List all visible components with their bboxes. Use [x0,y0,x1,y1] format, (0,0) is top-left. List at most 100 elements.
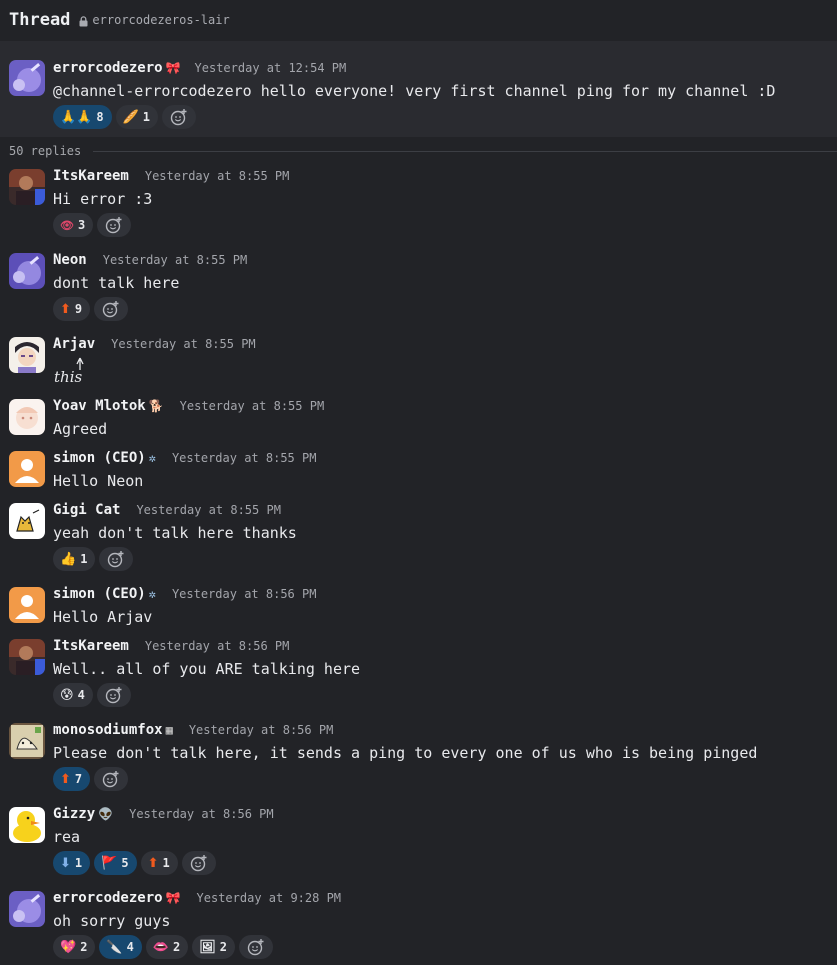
author-name[interactable]: Arjav [53,336,95,352]
reaction-pill[interactable]: 🖼 2 [192,935,236,959]
timestamp[interactable]: Yesterday at 8:56 PM [145,639,290,653]
add-reaction-icon [190,855,207,872]
anxious-face-emoji-icon: 😰 [60,687,74,703]
add-reaction-icon [106,217,122,234]
reaction-pill[interactable]: 😰 4 [53,683,93,707]
add-reaction-button[interactable] [97,213,132,237]
lips-emoji-icon: 👄 [152,939,170,955]
message-text: Hello Neon [53,472,144,490]
avatar[interactable] [9,60,45,96]
reaction-count: 8 [96,110,104,124]
avatar-image [9,60,45,96]
avatar-image [9,723,45,759]
avatar-image [9,337,45,373]
author-name[interactable]: errorcodezero [53,890,163,906]
author-name[interactable]: monosodiumfox [53,722,163,738]
avatar[interactable] [9,891,45,927]
timestamp[interactable]: Yesterday at 8:55 PM [180,399,325,413]
avatar[interactable] [9,399,45,435]
picture-emoji-icon: 🖼 [199,939,216,955]
reaction-count: 3 [77,218,86,232]
reaction-pill[interactable]: ⬆ 1 [140,851,178,875]
replies-divider: 50 replies [0,141,837,161]
author-name[interactable]: Yoav Mlotok [53,398,146,414]
author-name[interactable]: Neon [53,252,87,268]
avatar-image [9,169,45,205]
heart-emoji-icon: 💖 [60,939,77,955]
timestamp[interactable]: Yesterday at 12:54 PM [195,61,347,75]
reaction-pill[interactable]: 👍 1 [53,547,96,571]
avatar-image [9,399,45,435]
reaction-count: 1 [74,856,83,870]
reaction-pill[interactable]: 🙏🙏 8 [53,105,112,129]
message-text: @channel-errorcodezero hello everyone! v… [53,82,776,100]
avatar[interactable] [9,639,45,675]
reaction-pill[interactable]: 👄 2 [145,935,189,959]
channel-name[interactable]: errorcodezeros-lair [92,13,229,27]
reaction-pill[interactable]: 👁 3 [53,213,94,237]
root-message: errorcodezero 🎀 Yesterday at 12:54 PM @c… [0,41,837,137]
author-name[interactable]: errorcodezero 🎀 Yesterday at 12:54 PM [53,60,346,76]
timestamp[interactable]: Yesterday at 8:56 PM [172,587,317,601]
up-arrow-emoji-icon: ⬆ [147,855,159,871]
lock-icon [79,15,88,26]
author-name[interactable]: Gigi Cat [53,502,120,518]
up-arrow-emoji-icon: ⬆ [60,301,71,317]
thumbs-up-emoji-icon: 👍 [60,551,77,567]
reaction-pill[interactable]: 💖 2 [53,935,96,959]
reaction-bar: ⬆ 9 [53,297,129,321]
add-reaction-button[interactable] [94,767,129,791]
reaction-pill[interactable]: 🔪 4 [99,935,142,959]
author-name[interactable]: simon (CEO) [53,586,146,602]
message-text: oh sorry guys [53,912,171,930]
author-name[interactable]: simon (CEO) [53,450,146,466]
add-reaction-button[interactable] [96,683,131,707]
reaction-pill[interactable]: ⬇ 1 [53,851,91,875]
timestamp[interactable]: Yesterday at 8:56 PM [129,807,274,821]
timestamp[interactable]: Yesterday at 8:56 PM [189,723,334,737]
message-text: Hello Arjav [53,608,153,626]
timestamp[interactable]: Yesterday at 8:55 PM [145,169,290,183]
reaction-pill[interactable]: ⬆ 9 [53,297,91,321]
flag-emoji-icon: 🚩 [101,855,118,871]
reaction-count: 2 [80,940,88,954]
avatar[interactable] [9,253,45,289]
avatar[interactable] [9,723,45,759]
reaction-count: 1 [162,856,170,870]
avatar[interactable] [9,451,45,487]
avatar[interactable] [9,807,45,843]
handwritten-sticker: this [53,356,89,388]
timestamp[interactable]: Yesterday at 8:55 PM [172,451,317,465]
add-reaction-button[interactable] [162,105,197,129]
reaction-bar: ⬆ 7 [53,767,129,791]
pray-emoji-icon: 🙏🙏 [60,109,93,125]
avatar-image [9,639,45,675]
reaction-count: 5 [121,856,129,870]
reaction-bar: 💖 2 🔪 4 👄 2 🖼 2 [53,935,274,959]
add-reaction-button[interactable] [181,851,216,875]
add-reaction-button[interactable] [99,547,134,571]
reaction-count: 4 [77,688,85,702]
avatar[interactable] [9,337,45,373]
avatar[interactable] [9,169,45,205]
reaction-pill[interactable]: 🥖 1 [115,105,159,129]
reaction-pill[interactable]: ⬆ 7 [53,767,91,791]
author-badge: 🐕 [148,399,164,413]
avatar[interactable] [9,587,45,623]
reaction-count: 2 [219,940,228,954]
add-reaction-button[interactable] [239,935,274,959]
reaction-bar: ⬇ 1 🚩 5 ⬆ 1 [53,851,216,875]
timestamp[interactable]: Yesterday at 8:55 PM [103,253,248,267]
timestamp[interactable]: Yesterday at 8:55 PM [136,503,281,517]
author-name[interactable]: ItsKareem [53,168,129,184]
timestamp[interactable]: Yesterday at 9:28 PM [197,891,342,905]
author-name[interactable]: ItsKareem [53,638,129,654]
add-reaction-button[interactable] [94,297,129,321]
timestamp[interactable]: Yesterday at 8:55 PM [111,337,256,351]
message-text: Hi error :3 [53,190,153,208]
avatar-image [9,587,45,623]
avatar-image [9,503,45,539]
author-name[interactable]: Gizzy [53,806,95,822]
avatar[interactable] [9,503,45,539]
reaction-pill[interactable]: 🚩 5 [94,851,137,875]
